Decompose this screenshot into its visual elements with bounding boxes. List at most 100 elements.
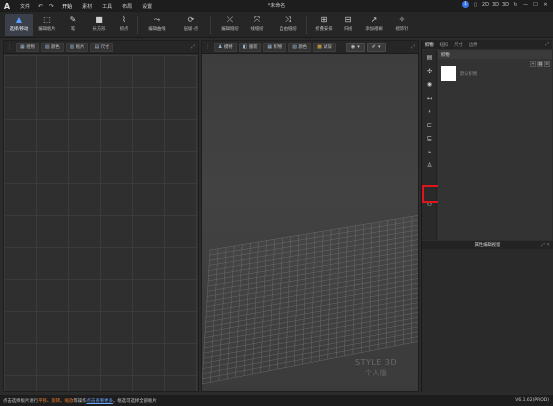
free-sew-icon: ⤨ — [284, 14, 292, 24]
pane2d-size-button[interactable]: ▤ 尺寸 — [90, 42, 114, 52]
list-controls: + ▦ ≡ — [530, 61, 550, 67]
tool-select-move[interactable]: ▲ 选择/移动 — [5, 14, 33, 36]
menu-material[interactable]: 素材 — [77, 3, 97, 10]
pattern-2d-canvas[interactable] — [4, 55, 198, 391]
menu-layout[interactable]: 布局 — [117, 3, 137, 10]
property-editor-body — [422, 249, 553, 392]
pane3d-color-button[interactable]: ▧ 颜色 — [288, 42, 312, 52]
layout-2d-button[interactable]: 2D — [482, 2, 489, 8]
pane2d-color-button[interactable]: ▧ 颜色 — [40, 42, 64, 52]
tool-line-sew[interactable]: ⤧ 线缝纫 — [246, 14, 268, 36]
tool-label: 编辑板片 — [38, 27, 56, 32]
tool-sew-edit[interactable]: ⤫ 编辑缝纫 — [218, 14, 242, 36]
close-icon[interactable]: ✕ — [542, 2, 549, 8]
rectangle-icon: ■ — [95, 14, 103, 24]
button-icon[interactable]: ✣ — [425, 67, 434, 76]
expand-icon[interactable]: ⤢ — [191, 44, 195, 50]
watermark: STYLE 3D 个人版 — [355, 358, 397, 378]
layout-3d-button[interactable]: 3D — [492, 2, 499, 8]
tool-point[interactable]: ⌇ 抓点 — [116, 14, 132, 36]
tool-label: 褶饰针 — [395, 27, 409, 32]
expand-icon[interactable]: ⤢ — [411, 44, 415, 50]
button-label: 尺寸 — [100, 45, 110, 50]
fabric-icon: ▦ — [267, 44, 273, 50]
button-label: 组物 — [26, 45, 35, 50]
status-bar: 点击选择板片进行 平移 、 旋转 、 缩放 等操作 点击查看更多 ，框选可选择全… — [0, 395, 553, 406]
tab-border[interactable]: 边界 — [466, 42, 481, 48]
pleat-icon: ↗ — [370, 14, 378, 24]
tool-pen[interactable]: ✎ 笔 — [66, 14, 80, 36]
menu-bar: A 文件 ↶ ↷ 开始 素材 工具 布局 设置 *未命名 1 ▯ 2D 3D 3… — [0, 0, 553, 12]
elastic-icon[interactable]: ⌁ — [425, 148, 434, 157]
main-toolbar: ▲ 选择/移动 ⬚ 编辑板片 ✎ 笔 ■ 长方形 ⌇ 抓点 ⤳ 编辑曲线 ⟳ 层… — [0, 12, 553, 38]
drag-handle-icon[interactable]: ⋮ — [205, 44, 210, 50]
maximize-icon[interactable]: ☐ — [532, 2, 539, 8]
grid-view-icon[interactable]: ▦ — [537, 61, 543, 67]
pane3d-garment-button[interactable]: ◧ 服装 — [238, 42, 262, 52]
tab-fabric[interactable]: 织物 — [422, 42, 437, 48]
color-icon: ▧ — [292, 44, 297, 50]
minimize-icon[interactable]: — — [522, 2, 529, 8]
tape-icon[interactable]: ⊑ — [425, 134, 434, 143]
view-mode-dropdown[interactable]: ◉ ▾ — [345, 42, 365, 52]
library-sidebar: ▤ ✣ ◉ ↤ ⍖ ⊏ ⊑ ⌁ ♙ ⚇ — [422, 50, 437, 240]
pin-icon[interactable]: ⤢ — [545, 41, 549, 47]
tab-button[interactable]: 纽扣 — [437, 42, 452, 48]
view-3d-window[interactable]: ⋮ ♟ 模特 ◧ 服装 ▦ 织物 ▧ 颜色 ▩ 试穿 ◉ ▾ ✐ ▾ ⤢ STYLE 3D 个… — [201, 40, 419, 392]
pen-icon: ✎ — [69, 14, 77, 24]
tool-layer-point[interactable]: ⟳ 层级-点 — [179, 14, 203, 36]
fabric-icon[interactable]: ▤ — [425, 53, 434, 62]
fabric-swatch[interactable] — [441, 66, 456, 81]
layer-point-icon: ⟳ — [187, 14, 195, 24]
tool-fold[interactable]: ⊞ 折叠安排 — [312, 14, 336, 36]
hanger-icon[interactable]: ♙ — [425, 161, 434, 170]
tool-edit-pattern[interactable]: ⬚ 编辑板片 — [36, 14, 58, 36]
tool-pleat[interactable]: ↗ 添加褶裥 — [362, 14, 386, 36]
add-icon[interactable]: + — [530, 61, 536, 67]
zipper-icon[interactable]: ⍖ — [425, 107, 434, 116]
buttonhole-icon[interactable]: ◉ — [425, 80, 434, 89]
brush-dropdown[interactable]: ✐ ▾ — [366, 42, 386, 52]
point-icon: ⌇ — [122, 14, 126, 24]
button-label: 服装 — [248, 45, 258, 50]
tool-gather[interactable]: ⊟ 归拢 — [340, 14, 356, 36]
tool-free-sew[interactable]: ⤨ 自由缝纫 — [276, 14, 300, 36]
notification-badge[interactable]: 1 — [461, 1, 469, 8]
pin-icon[interactable]: ⤢ ✕ — [541, 242, 550, 248]
tool-edit-curve[interactable]: ⤳ 编辑曲线 — [145, 14, 169, 36]
chevron-down-icon: ▾ — [377, 44, 381, 50]
refresh-icon[interactable]: ↻ — [512, 2, 519, 8]
status-more-link[interactable]: 点击查看更多 — [87, 398, 113, 404]
pane3d-avatar-button[interactable]: ♟ 模特 — [214, 42, 237, 52]
menu-tools[interactable]: 工具 — [97, 3, 117, 10]
list-item[interactable]: 默认织物 — [441, 66, 477, 81]
tab-size[interactable]: 尺寸 — [451, 42, 466, 48]
fabric-list-header: 织物 — [438, 50, 552, 59]
status-highlight: 旋转 — [51, 398, 61, 404]
tool-smock[interactable]: ✧ 褶饰针 — [392, 14, 412, 36]
list-view-icon[interactable]: ≡ — [544, 61, 550, 67]
menu-settings[interactable]: 设置 — [137, 3, 157, 10]
drag-handle-icon[interactable]: ⋮ — [7, 44, 12, 50]
menu-file[interactable]: 文件 — [15, 3, 35, 10]
pane2d-group-button[interactable]: ▦ 组物 — [16, 42, 39, 52]
toolbar-divider — [137, 16, 138, 34]
status-text: ，框选可选择全部板片 — [112, 398, 157, 404]
menu-start[interactable]: 开始 — [57, 3, 77, 10]
pane3d-fit-button[interactable]: ▩ 试穿 — [313, 42, 336, 52]
layout-1-icon[interactable]: ▯ — [472, 2, 479, 8]
layout-3d-alt-button[interactable]: 3D — [502, 2, 509, 8]
pane2d-pattern-button[interactable]: ▥ 板片 — [65, 42, 89, 52]
color-icon: ▧ — [44, 44, 50, 50]
status-highlight: 平移 — [38, 398, 47, 404]
curve-icon: ⤳ — [153, 14, 161, 24]
trim-icon[interactable]: ↤ — [425, 94, 434, 103]
tool-rectangle[interactable]: ■ 长方形 — [89, 14, 109, 36]
pattern-2d-window[interactable]: ⋮ ▦ 组物 ▧ 颜色 ▥ 板片 ▤ 尺寸 ⤢ — [3, 40, 199, 392]
undo-icon[interactable]: ↶ — [35, 3, 46, 10]
garment-icon: ◧ — [242, 44, 248, 50]
seam-icon[interactable]: ⊏ — [425, 121, 434, 130]
library-tabs: 织物 纽扣 尺寸 边界 ⤢ — [422, 40, 552, 49]
pane3d-fabric-button[interactable]: ▦ 织物 — [263, 42, 287, 52]
redo-icon[interactable]: ↷ — [46, 3, 57, 10]
